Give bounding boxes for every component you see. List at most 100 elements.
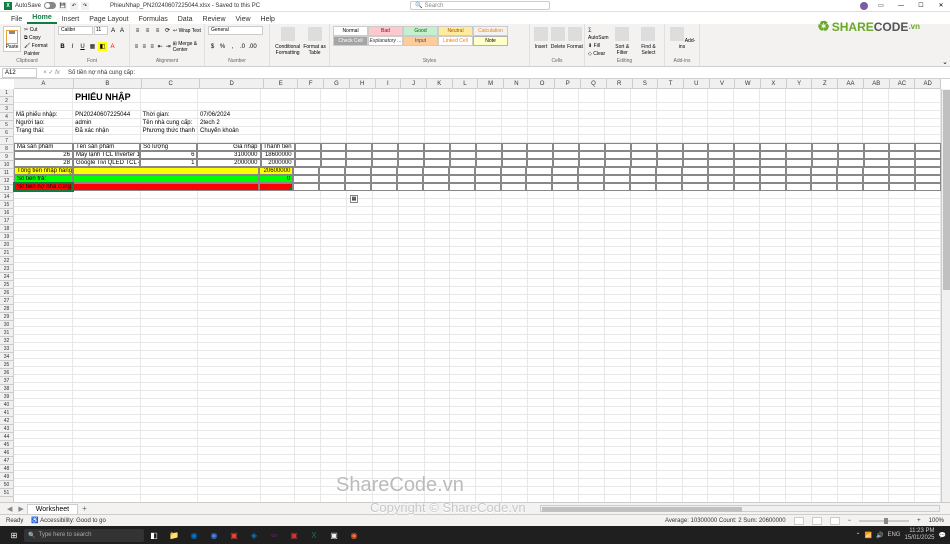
row-header-32[interactable]: 32 <box>0 337 13 345</box>
cell[interactable] <box>73 279 140 287</box>
cell[interactable] <box>347 415 373 423</box>
cell[interactable] <box>708 479 734 487</box>
merge-center-button[interactable]: ⊞ Merge & Center <box>173 41 201 53</box>
cell[interactable] <box>425 199 451 207</box>
cell[interactable] <box>657 311 683 319</box>
cell[interactable] <box>838 247 864 255</box>
cell[interactable] <box>915 431 941 439</box>
cell[interactable] <box>734 175 760 183</box>
cell[interactable] <box>14 191 73 199</box>
cell[interactable] <box>73 343 140 351</box>
cell[interactable] <box>657 495 683 502</box>
cell[interactable] <box>889 119 915 127</box>
cell[interactable] <box>734 89 760 103</box>
cell[interactable] <box>734 215 760 223</box>
cell[interactable] <box>579 423 605 431</box>
cell[interactable] <box>708 359 734 367</box>
cell[interactable] <box>399 223 425 231</box>
cell[interactable] <box>683 455 709 463</box>
cell[interactable] <box>734 479 760 487</box>
cell[interactable] <box>657 415 683 423</box>
row-header-1[interactable]: 1 <box>0 89 13 97</box>
cell[interactable] <box>605 287 631 295</box>
cell[interactable] <box>838 423 864 431</box>
style-neutral[interactable]: Neutral <box>438 26 473 36</box>
cell[interactable] <box>657 319 683 327</box>
cell[interactable] <box>657 207 683 215</box>
cell[interactable] <box>889 239 915 247</box>
cell[interactable]: Máy lạnh TCL Inverter 1.5 HP TAC-13CSD/X… <box>73 151 140 159</box>
cell[interactable] <box>373 367 399 375</box>
cell[interactable] <box>373 89 399 103</box>
cell[interactable] <box>528 463 554 471</box>
cell[interactable] <box>73 335 140 343</box>
cell[interactable]: Người tạo: <box>14 119 73 127</box>
cell[interactable] <box>425 327 451 335</box>
cell[interactable] <box>760 447 786 455</box>
cell[interactable] <box>14 375 73 383</box>
cell[interactable] <box>347 367 373 375</box>
cell[interactable] <box>399 207 425 215</box>
cell[interactable] <box>708 495 734 502</box>
cell[interactable] <box>657 335 683 343</box>
cell[interactable] <box>579 447 605 455</box>
cell[interactable] <box>915 111 941 119</box>
cell[interactable] <box>760 391 786 399</box>
cell[interactable] <box>708 231 734 239</box>
cell[interactable] <box>73 295 140 303</box>
cell[interactable] <box>812 207 838 215</box>
cell[interactable] <box>915 175 941 183</box>
cell[interactable] <box>425 89 451 103</box>
row-header-35[interactable]: 35 <box>0 361 13 369</box>
font-color-button[interactable]: A <box>108 42 117 51</box>
cell[interactable] <box>198 215 261 223</box>
cell[interactable] <box>347 279 373 287</box>
cell[interactable] <box>502 111 528 119</box>
cell[interactable] <box>915 287 941 295</box>
cell[interactable] <box>708 327 734 335</box>
cell[interactable] <box>889 215 915 223</box>
cell[interactable] <box>838 255 864 263</box>
cell[interactable] <box>141 495 198 502</box>
chrome-icon[interactable]: ◉ <box>205 528 223 542</box>
cell[interactable] <box>347 463 373 471</box>
cell[interactable] <box>528 239 554 247</box>
cell[interactable] <box>347 335 373 343</box>
cell[interactable] <box>863 255 889 263</box>
sheet-tab[interactable]: Worksheet <box>27 504 78 514</box>
cell[interactable] <box>295 319 321 327</box>
cell[interactable] <box>476 375 502 383</box>
cell[interactable] <box>347 119 373 127</box>
cell[interactable] <box>399 423 425 431</box>
cell[interactable] <box>657 223 683 231</box>
cell[interactable] <box>14 327 73 335</box>
cell[interactable] <box>450 423 476 431</box>
cell[interactable] <box>838 399 864 407</box>
cell[interactable] <box>476 303 502 311</box>
cell[interactable] <box>812 111 838 119</box>
cell[interactable] <box>198 319 261 327</box>
cell[interactable] <box>73 223 140 231</box>
cell[interactable] <box>261 335 295 343</box>
cell[interactable] <box>889 407 915 415</box>
cell[interactable] <box>708 463 734 471</box>
cell[interactable] <box>424 151 450 159</box>
cell[interactable] <box>889 183 915 191</box>
cell[interactable] <box>838 463 864 471</box>
cell[interactable] <box>656 175 682 183</box>
cell[interactable] <box>657 447 683 455</box>
cell[interactable] <box>319 175 345 183</box>
tab-view[interactable]: View <box>231 15 256 24</box>
col-header-D[interactable]: D <box>200 79 264 88</box>
cell[interactable] <box>915 239 941 247</box>
cell[interactable] <box>760 271 786 279</box>
cell[interactable] <box>347 215 373 223</box>
cell[interactable] <box>760 183 786 191</box>
cell[interactable] <box>605 239 631 247</box>
cell[interactable] <box>915 279 941 287</box>
cell[interactable]: 6 <box>140 151 197 159</box>
cell[interactable] <box>347 495 373 502</box>
cell[interactable] <box>812 239 838 247</box>
cell[interactable] <box>476 279 502 287</box>
cell[interactable] <box>502 463 528 471</box>
